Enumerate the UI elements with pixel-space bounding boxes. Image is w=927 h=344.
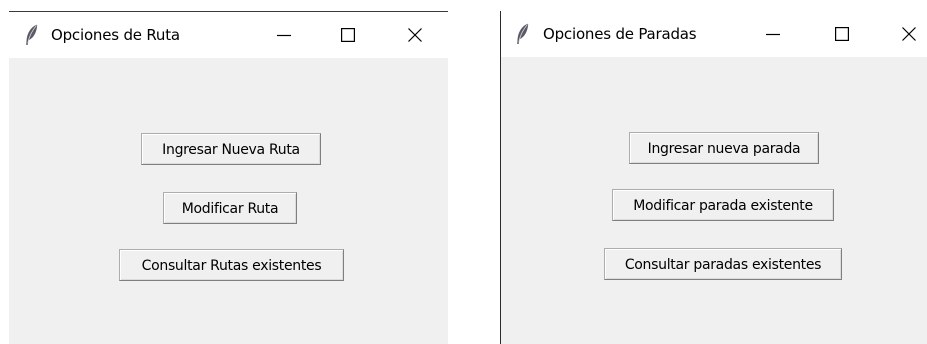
ingresar-nueva-ruta-button[interactable]: Ingresar Nueva Ruta — [141, 133, 321, 165]
ingresar-nueva-parada-button[interactable]: Ingresar nueva parada — [629, 132, 819, 164]
consultar-paradas-existentes-button[interactable]: Consultar paradas existentes — [604, 248, 842, 280]
window-opciones-de-paradas: Opciones de Paradas Ingresar nueva parad… — [500, 11, 927, 344]
feather-icon — [24, 24, 38, 46]
minimize-button[interactable] — [750, 11, 796, 57]
modificar-parada-existente-button[interactable]: Modificar parada existente — [612, 189, 834, 221]
maximize-icon — [341, 28, 355, 42]
maximize-icon — [835, 27, 849, 41]
title-bar[interactable]: Opciones de Ruta — [9, 12, 448, 58]
window-opciones-de-ruta: Opciones de Ruta Ingresar Nueva Ruta Mod… — [9, 11, 448, 344]
maximize-button[interactable] — [325, 12, 371, 58]
close-icon — [902, 27, 916, 41]
title-bar[interactable]: Opciones de Paradas — [501, 11, 927, 57]
consultar-rutas-existentes-button[interactable]: Consultar Rutas existentes — [119, 249, 344, 281]
window-content: Ingresar nueva parada Modificar parada e… — [501, 57, 927, 344]
window-title: Opciones de Ruta — [51, 26, 180, 44]
minimize-button[interactable] — [261, 12, 307, 58]
minimize-icon — [766, 33, 780, 36]
modificar-ruta-button[interactable]: Modificar Ruta — [163, 192, 297, 224]
minimize-icon — [277, 34, 291, 37]
feather-icon — [515, 23, 529, 45]
maximize-button[interactable] — [819, 11, 865, 57]
close-button[interactable] — [886, 11, 927, 57]
desktop: Opciones de Ruta Ingresar Nueva Ruta Mod… — [0, 0, 927, 344]
window-content: Ingresar Nueva Ruta Modificar Ruta Consu… — [9, 58, 448, 344]
close-button[interactable] — [392, 12, 438, 58]
window-title: Opciones de Paradas — [543, 25, 697, 43]
close-icon — [408, 28, 422, 42]
